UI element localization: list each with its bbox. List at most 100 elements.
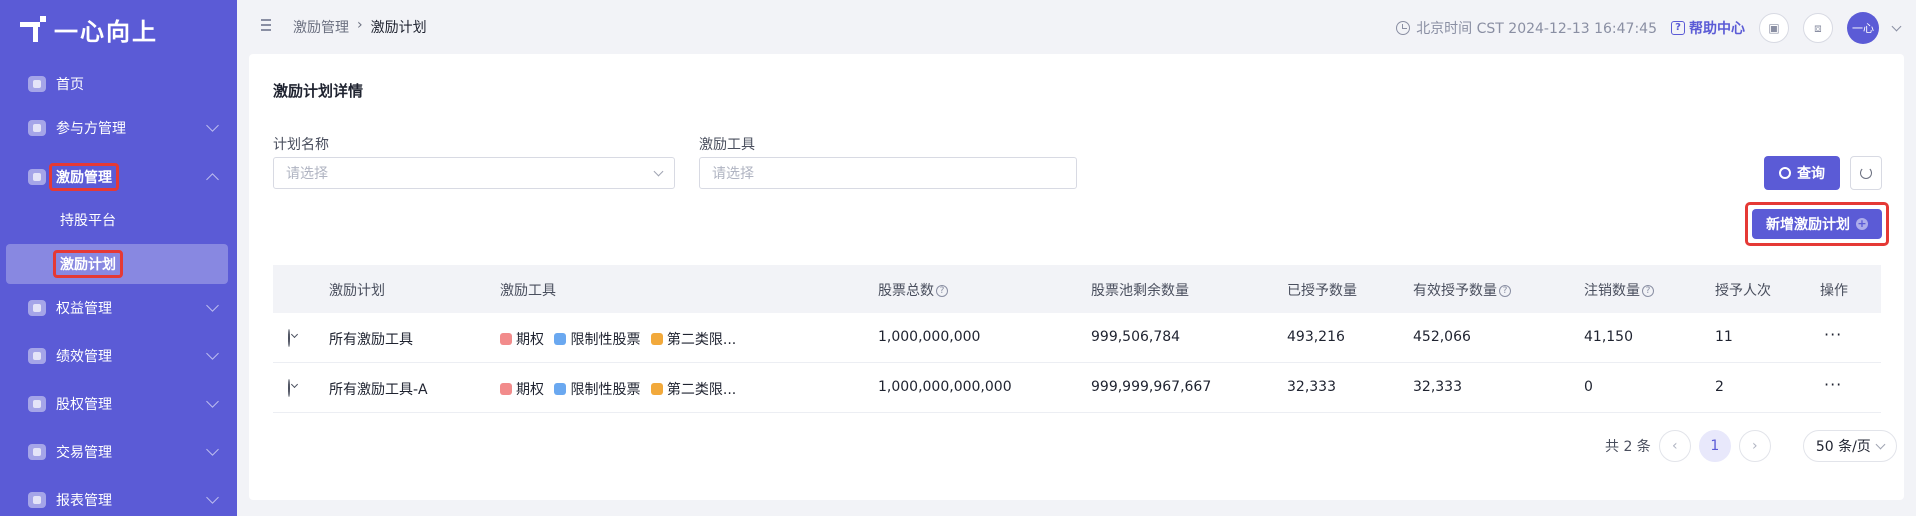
- effective-cell: 452,066: [1413, 329, 1471, 345]
- remaining-cell: 999,506,784: [1091, 329, 1181, 345]
- sidebar-subitem-incentive-plan[interactable]: 激励计划: [6, 244, 228, 284]
- tool-tag: 限制性股票: [554, 379, 640, 399]
- breadcrumb-separator-icon: ›: [357, 17, 363, 33]
- breadcrumb-item[interactable]: 激励管理: [293, 17, 349, 37]
- sidebar-subitem-holding-platform[interactable]: 持股平台: [0, 200, 237, 240]
- column-header: 授予人次: [1715, 283, 1771, 299]
- sidebar-item-equity[interactable]: 权益管理: [0, 288, 237, 328]
- plan-cell: 所有激励工具-A: [329, 382, 428, 398]
- restricted-stock-icon: [554, 333, 567, 345]
- main-card: 激励计划详情 计划名称 请选择 激励工具 请选择 查询 新增激励计划 + 激励计…: [249, 54, 1904, 500]
- sidebar-subitem-label: 激励计划: [53, 250, 123, 278]
- help-icon: ?: [1671, 21, 1685, 35]
- page-title: 激励计划详情: [273, 82, 364, 100]
- class-two-icon: [650, 383, 663, 395]
- tool-placeholder: 请选择: [712, 166, 754, 182]
- clock-text: 北京时间 CST 2024-12-13 16:47:45: [1416, 21, 1657, 37]
- new-plan-highlight: 新增激励计划 +: [1745, 202, 1889, 246]
- chevron-down-icon: [206, 491, 219, 504]
- chevron-down-icon: [206, 299, 219, 312]
- column-header: 股票总数?: [878, 280, 948, 300]
- avatar[interactable]: 一心: [1847, 12, 1879, 44]
- cancelled-cell: 0: [1584, 379, 1593, 395]
- more-actions-icon[interactable]: ···: [1824, 325, 1842, 344]
- sidebar-item-shares[interactable]: 股权管理: [0, 384, 237, 424]
- people-cell: 11: [1715, 329, 1733, 345]
- question-icon[interactable]: ?: [1499, 285, 1511, 297]
- clock-icon: [1396, 21, 1411, 35]
- sidebar-item-label: 绩效管理: [56, 349, 112, 365]
- sidebar-item-label: 权益管理: [56, 301, 112, 317]
- chevron-down-icon: [206, 347, 219, 360]
- expand-row-icon[interactable]: [288, 329, 290, 347]
- logo[interactable]: 一心向上: [20, 12, 158, 47]
- prev-page-button[interactable]: ‹: [1658, 430, 1691, 462]
- collapse-menu-icon[interactable]: [257, 19, 271, 31]
- column-header: 激励工具: [500, 283, 556, 299]
- tool-tag: 期权: [500, 379, 544, 399]
- shirt-icon: ⧈: [1814, 20, 1822, 35]
- people-cell: 2: [1715, 379, 1724, 395]
- option-icon: [500, 333, 512, 345]
- more-actions-icon[interactable]: ···: [1824, 375, 1842, 394]
- tool-select[interactable]: 请选择: [699, 157, 1077, 189]
- next-page-button[interactable]: ›: [1738, 430, 1771, 462]
- home-icon: [28, 76, 46, 92]
- tool-tag: 限制性股票: [554, 329, 640, 349]
- chevron-up-icon: [206, 173, 219, 186]
- breadcrumb-current: 激励计划: [370, 20, 427, 36]
- reset-button[interactable]: [1850, 156, 1882, 190]
- page-size-select[interactable]: 50 条/页: [1802, 430, 1897, 462]
- help-center-link[interactable]: ? 帮助中心: [1671, 18, 1745, 38]
- task-button[interactable]: ▣: [1759, 13, 1789, 43]
- sidebar-item-home[interactable]: 首页: [0, 64, 237, 104]
- chevron-down-icon: [1875, 439, 1886, 450]
- sidebar-item-participants[interactable]: 参与方管理: [0, 108, 237, 148]
- participants-icon: [28, 120, 46, 136]
- sidebar-item-trading[interactable]: 交易管理: [0, 432, 237, 472]
- chevron-down-icon: [206, 395, 219, 408]
- question-icon[interactable]: ?: [1642, 285, 1654, 297]
- expand-row-icon[interactable]: [288, 379, 290, 397]
- column-header: 激励计划: [329, 283, 385, 299]
- table-row: 所有激励工具 期权 限制性股票 第二类限... 1,000,000,000 99…: [273, 313, 1881, 363]
- total-cell: 1,000,000,000: [878, 329, 981, 345]
- new-plan-button[interactable]: 新增激励计划 +: [1752, 209, 1882, 239]
- sidebar-item-label: 激励管理: [49, 163, 119, 191]
- tool-tag: 第二类限...: [650, 329, 736, 349]
- query-button[interactable]: 查询: [1764, 156, 1840, 190]
- table-row: 所有激励工具-A 期权 限制性股票 第二类限... 1,000,000,000,…: [273, 363, 1881, 413]
- breadcrumb: 激励管理 › 激励计划: [293, 17, 427, 37]
- skin-button[interactable]: ⧈: [1803, 13, 1833, 43]
- restricted-stock-icon: [554, 383, 567, 395]
- remaining-cell: 999,999,967,667: [1091, 379, 1212, 395]
- query-button-label: 查询: [1797, 166, 1825, 182]
- tool-tag: 第二类限...: [650, 379, 736, 399]
- sidebar-item-incentive[interactable]: 激励管理: [0, 157, 237, 197]
- cancelled-cell: 41,150: [1584, 329, 1633, 345]
- sidebar-item-label: 首页: [56, 77, 84, 93]
- column-header: 操作: [1820, 283, 1848, 299]
- column-header: 股票池剩余数量: [1091, 283, 1189, 299]
- chevron-right-icon: ›: [1752, 438, 1758, 454]
- tools-cell: 期权 限制性股票 第二类限...: [500, 329, 742, 349]
- chevron-down-icon[interactable]: [1891, 21, 1902, 31]
- top-right-tools: 北京时间 CST 2024-12-13 16:47:45 ? 帮助中心 ▣ ⧈ …: [1396, 12, 1902, 44]
- question-icon[interactable]: ?: [936, 285, 948, 297]
- logo-mark-icon: [20, 15, 48, 44]
- sidebar-subitem-label: 持股平台: [60, 213, 116, 229]
- new-plan-label: 新增激励计划: [1766, 217, 1850, 233]
- page-button[interactable]: 1: [1698, 430, 1731, 462]
- plan-name-label: 计划名称: [273, 137, 329, 153]
- plus-icon: +: [1856, 217, 1868, 230]
- refresh-icon: [1860, 167, 1872, 179]
- sidebar-item-reports[interactable]: 报表管理: [0, 480, 237, 516]
- plan-name-select[interactable]: 请选择: [273, 157, 675, 189]
- sidebar-item-label: 报表管理: [56, 493, 112, 509]
- sidebar-item-label: 股权管理: [56, 397, 112, 413]
- sidebar-item-label: 交易管理: [56, 445, 112, 461]
- chevron-down-icon: [206, 443, 219, 456]
- granted-cell: 32,333: [1287, 379, 1336, 395]
- top-bar: 激励管理 › 激励计划 北京时间 CST 2024-12-13 16:47:45…: [237, 0, 1916, 52]
- sidebar-item-performance[interactable]: 绩效管理: [0, 336, 237, 376]
